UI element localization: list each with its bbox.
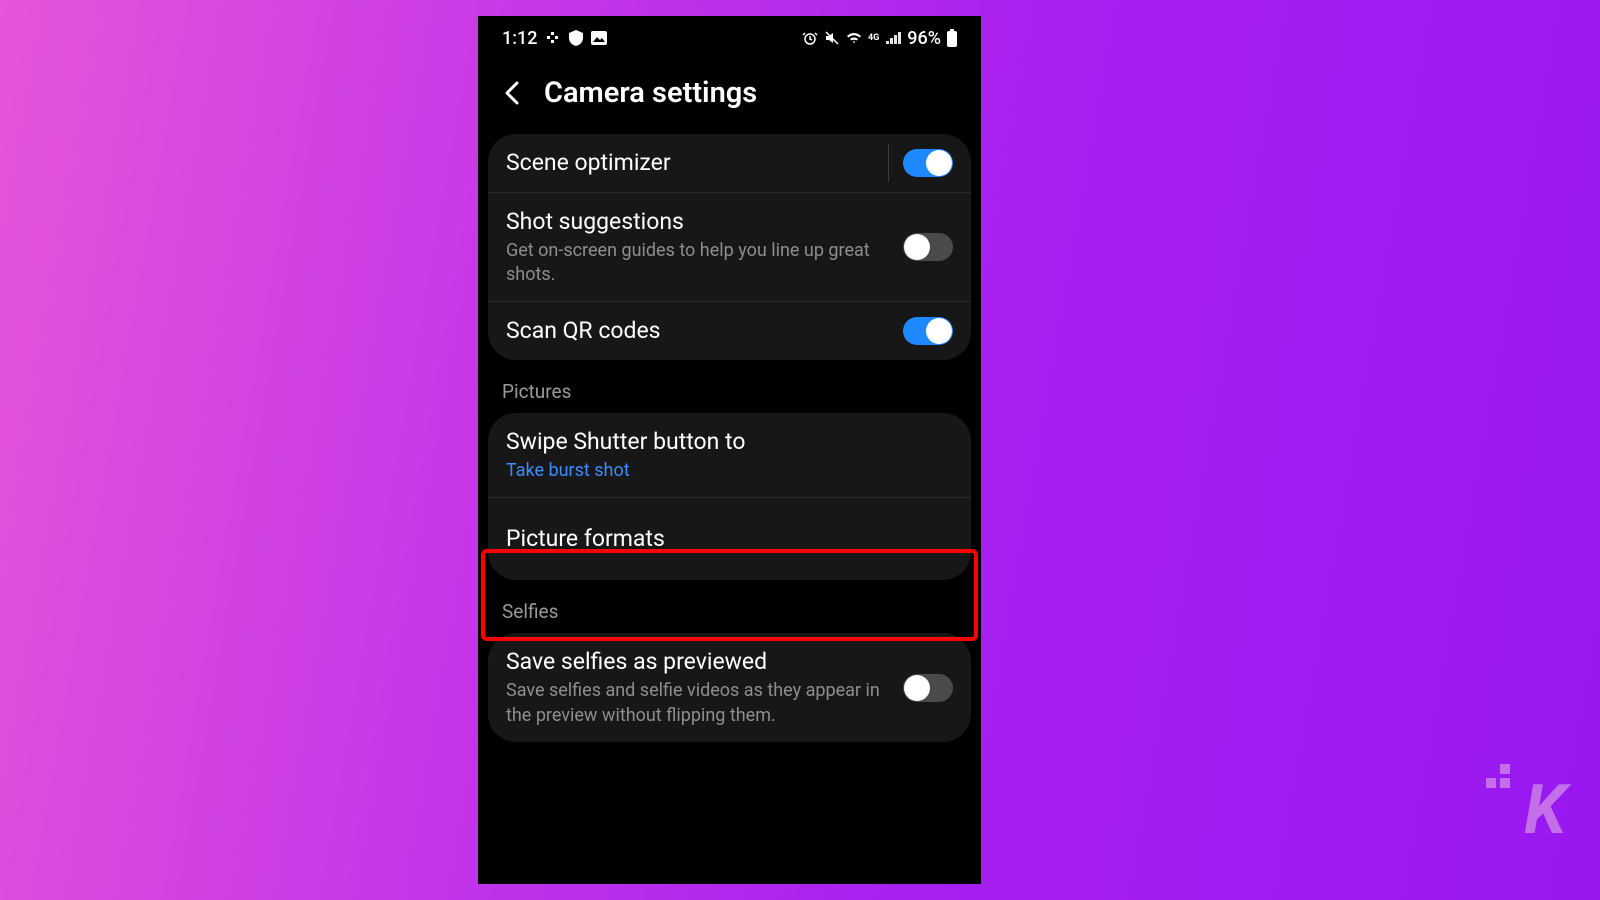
setting-title: Scene optimizer [506,148,891,178]
setting-title: Swipe Shutter button to [506,427,941,457]
setting-scene-optimizer[interactable]: Scene optimizer [488,134,971,193]
settings-group-intelligent: Scene optimizer Shot suggestions Get on-… [488,134,971,360]
setting-title: Scan QR codes [506,316,891,346]
setting-title: Shot suggestions [506,207,891,237]
status-bar: 1:12 4G 96% [478,16,981,60]
setting-swipe-shutter[interactable]: Swipe Shutter button to Take burst shot [488,413,971,498]
setting-scan-qr[interactable]: Scan QR codes [488,302,971,360]
settings-group-pictures: Swipe Shutter button to Take burst shot … [488,413,971,580]
picture-icon [591,31,607,45]
watermark-logo: K [1524,770,1564,850]
toggle-shot-suggestions[interactable] [903,233,953,261]
setting-title: Save selfies as previewed [506,647,891,677]
setting-sub: Save selfies and selfie videos as they a… [506,679,891,728]
watermark-letter: K [1524,770,1564,850]
network-label: 4G [868,33,879,43]
back-button[interactable] [498,79,526,107]
signal-icon [885,31,901,45]
mute-icon [824,30,840,46]
setting-value: Take burst shot [506,459,941,483]
slack-icon [545,30,561,46]
phone-frame: 1:12 4G 96% [478,16,981,884]
status-time: 1:12 [502,28,537,49]
toggle-save-selfies[interactable] [903,674,953,702]
section-label-pictures: Pictures [478,368,981,413]
settings-group-selfies: Save selfies as previewed Save selfies a… [488,633,971,741]
page-title: Camera settings [544,76,757,110]
setting-sub: Get on-screen guides to help you line up… [506,239,891,288]
section-label-selfies: Selfies [478,588,981,633]
alarm-icon [802,30,818,46]
battery-icon [947,29,957,47]
divider-vertical [888,144,889,182]
shield-icon [569,30,583,46]
setting-picture-formats[interactable]: Picture formats [488,498,971,580]
wifi-icon [846,31,862,45]
setting-save-selfies-previewed[interactable]: Save selfies as previewed Save selfies a… [488,633,971,741]
setting-shot-suggestions[interactable]: Shot suggestions Get on-screen guides to… [488,193,971,302]
toggle-scene-optimizer[interactable] [903,149,953,177]
battery-pct: 96% [907,28,941,49]
toggle-scan-qr[interactable] [903,317,953,345]
page-header: Camera settings [478,60,981,134]
setting-title: Picture formats [506,524,941,554]
